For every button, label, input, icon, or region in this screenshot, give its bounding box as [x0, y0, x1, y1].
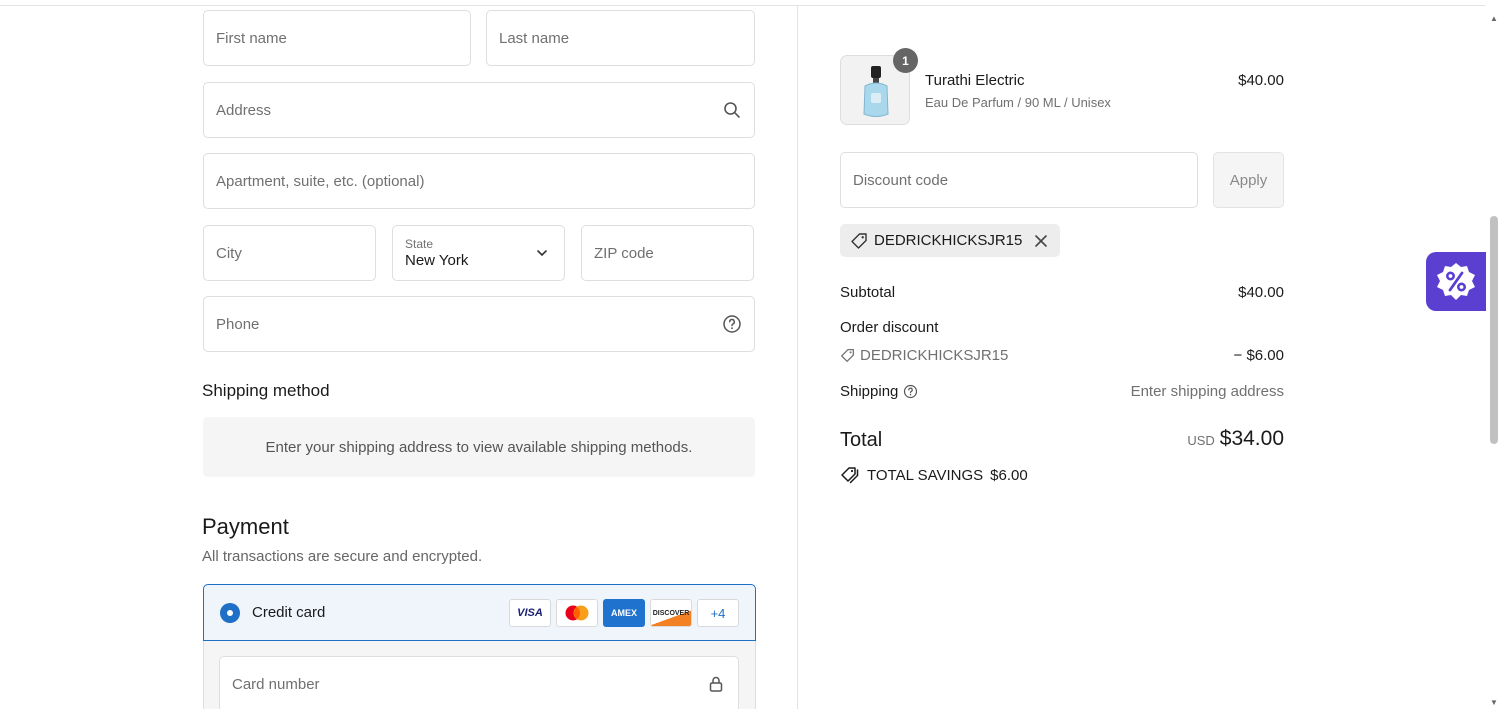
apartment-field[interactable]: Apartment, suite, etc. (optional)	[203, 153, 755, 209]
address-placeholder: Address	[216, 101, 272, 119]
order-discount-code: DEDRICKHICKSJR15	[860, 347, 1009, 364]
shipping-label: Shipping	[840, 383, 899, 400]
city-placeholder: City	[216, 244, 242, 262]
remove-discount-close-icon[interactable]	[1032, 232, 1050, 250]
phone-placeholder: Phone	[216, 315, 260, 333]
apartment-placeholder: Apartment, suite, etc. (optional)	[216, 172, 425, 190]
state-select[interactable]: State New York	[392, 225, 565, 281]
state-label: State	[405, 236, 434, 251]
shipping-value: Enter shipping address	[1130, 383, 1284, 400]
more-cards-badge: +4	[697, 599, 739, 627]
promo-widget-button[interactable]	[1426, 252, 1486, 311]
zip-placeholder: ZIP code	[594, 244, 654, 262]
payment-title: Payment	[202, 514, 289, 539]
column-divider	[797, 6, 798, 709]
total-value: $34.00	[1219, 427, 1284, 450]
chevron-down-icon	[537, 250, 547, 256]
discount-code-placeholder: Discount code	[853, 171, 949, 189]
shipping-method-title: Shipping method	[202, 381, 330, 400]
tag-icon	[851, 232, 867, 249]
page-scrollbar[interactable]: ▲ ▼	[1488, 6, 1500, 709]
top-border	[0, 5, 1485, 6]
order-discount-label: Order discount	[840, 319, 939, 336]
total-currency: USD	[1187, 433, 1215, 448]
credit-card-radio[interactable]	[220, 602, 240, 623]
total-label: Total	[840, 429, 883, 451]
payment-subtitle: All transactions are secure and encrypte…	[202, 548, 483, 565]
total-savings: TOTAL SAVINGS $6.00	[840, 466, 1028, 484]
phone-field[interactable]: Phone	[203, 296, 755, 352]
shipping-message: Enter your shipping address to view avai…	[265, 438, 693, 456]
double-tag-icon	[841, 467, 859, 484]
last-name-placeholder: Last name	[499, 29, 570, 47]
lock-icon	[709, 676, 723, 692]
tag-icon	[841, 349, 854, 362]
state-value: New York	[405, 251, 469, 269]
savings-label: TOTAL SAVINGS	[867, 466, 984, 484]
percent-badge-icon	[1437, 262, 1475, 300]
zip-field[interactable]: ZIP code	[581, 225, 754, 281]
credit-card-fields: Card number	[203, 641, 756, 709]
visa-icon: VISA	[509, 599, 551, 627]
discover-icon: DISCOVER	[650, 599, 692, 627]
product-variant: Eau De Parfum / 90 ML / Unisex	[925, 95, 1111, 110]
order-discount-code-row: DEDRICKHICKSJR15	[840, 347, 1008, 364]
first-name-field[interactable]: First name	[203, 10, 471, 66]
product-name: Turathi Electric	[925, 72, 1025, 89]
first-name-placeholder: First name	[216, 29, 287, 47]
scroll-up-arrow-icon[interactable]: ▲	[1490, 14, 1498, 23]
scroll-down-arrow-icon[interactable]: ▼	[1490, 698, 1498, 707]
savings-value: $6.00	[990, 466, 1028, 484]
subtotal-label: Subtotal	[840, 284, 896, 301]
total-value-group: USD $34.00	[1100, 427, 1284, 451]
credit-card-label: Credit card	[252, 604, 326, 621]
scrollbar-thumb[interactable]	[1490, 216, 1498, 444]
last-name-field[interactable]: Last name	[486, 10, 755, 66]
quantity-badge: 1	[893, 48, 918, 73]
address-field[interactable]: Address	[203, 82, 755, 138]
city-field[interactable]: City	[203, 225, 376, 281]
amex-icon: AMEX	[603, 599, 645, 627]
search-icon	[724, 102, 740, 118]
credit-card-option[interactable]: Credit card VISA AMEX DISCOVER +4	[203, 584, 756, 641]
applied-discount-code: DEDRICKHICKSJR15	[874, 232, 1023, 249]
order-discount-value: − $6.00	[1233, 347, 1284, 364]
card-number-field[interactable]: Card number	[219, 656, 739, 709]
discount-code-input[interactable]: Discount code	[840, 152, 1198, 208]
help-icon[interactable]	[722, 314, 742, 334]
card-brands: VISA AMEX DISCOVER +4	[509, 599, 739, 627]
apply-button[interactable]: Apply	[1213, 152, 1284, 208]
shipping-methods-placeholder: Enter your shipping address to view avai…	[203, 417, 755, 477]
mastercard-icon	[556, 599, 598, 627]
subtotal-value: $40.00	[1238, 284, 1284, 301]
product-price: $40.00	[1238, 72, 1284, 89]
shipping-row: Shipping	[840, 383, 918, 400]
card-number-placeholder: Card number	[232, 675, 320, 693]
applied-discount-chip: DEDRICKHICKSJR15	[840, 224, 1061, 257]
help-icon[interactable]	[903, 384, 918, 399]
